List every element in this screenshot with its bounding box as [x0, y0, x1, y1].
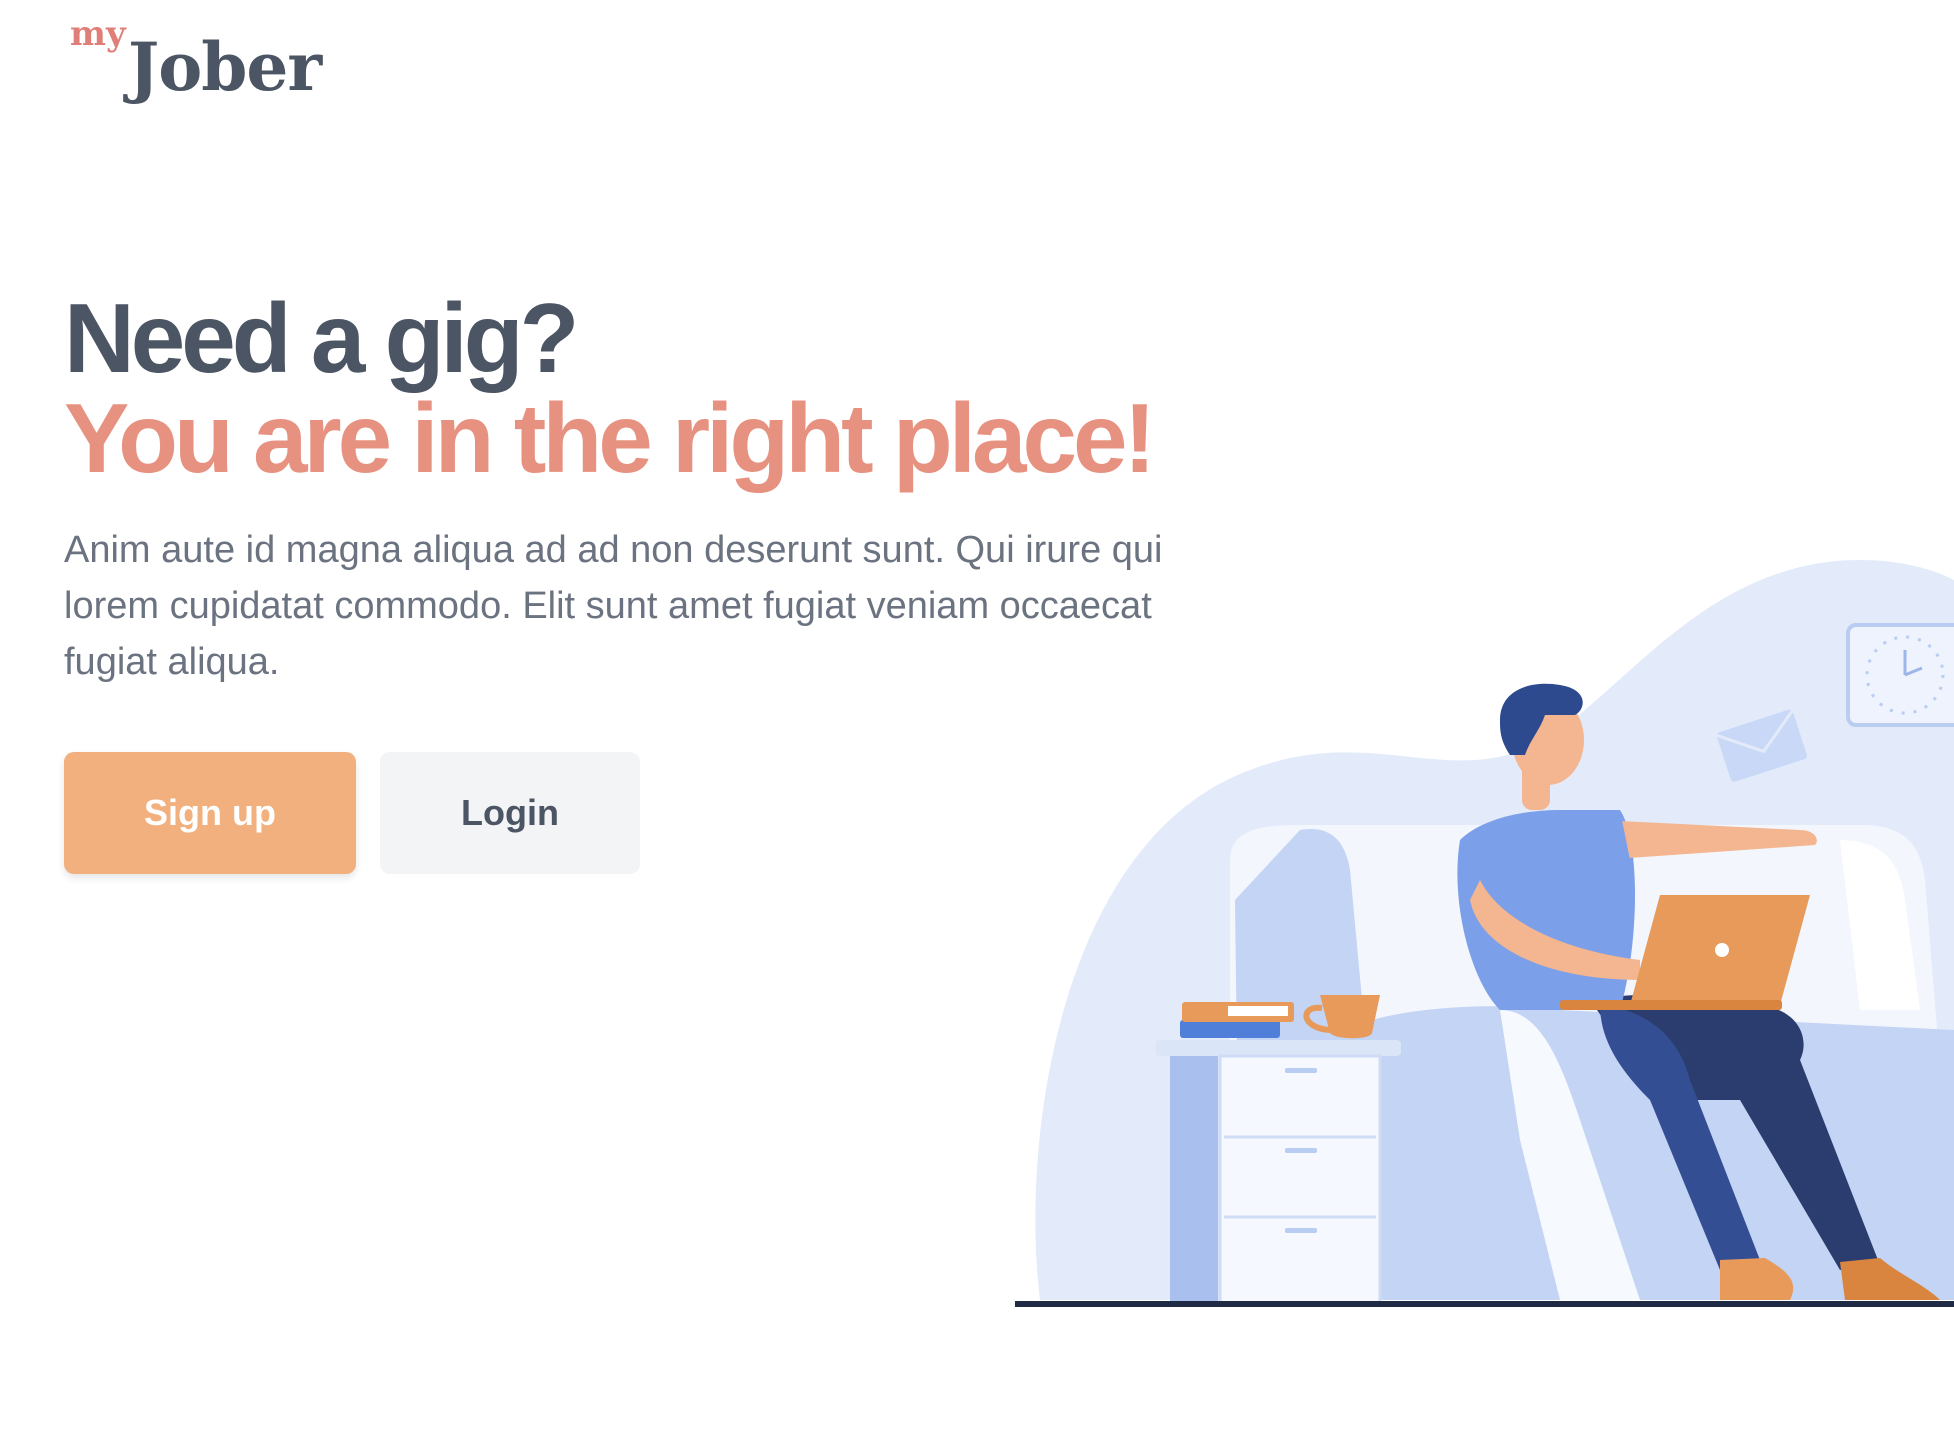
logo-name: Jober	[128, 28, 322, 106]
logo[interactable]: my Jober	[68, 12, 338, 112]
landing-page: my Jober Need a gig? You are in the righ…	[0, 0, 1954, 1436]
headline-primary: Need a gig?	[64, 283, 579, 393]
signup-button[interactable]: Sign up	[64, 752, 356, 874]
books-icon	[1180, 1002, 1294, 1038]
side-table	[1156, 1040, 1401, 1306]
headline-accent: You are in the right place!	[64, 383, 1156, 493]
clock-icon	[1846, 623, 1954, 727]
hero-illustration	[1015, 560, 1954, 1307]
hero-actions: Sign up Login	[64, 752, 640, 874]
logo-prefix: my	[70, 14, 126, 54]
login-button[interactable]: Login	[380, 752, 640, 874]
